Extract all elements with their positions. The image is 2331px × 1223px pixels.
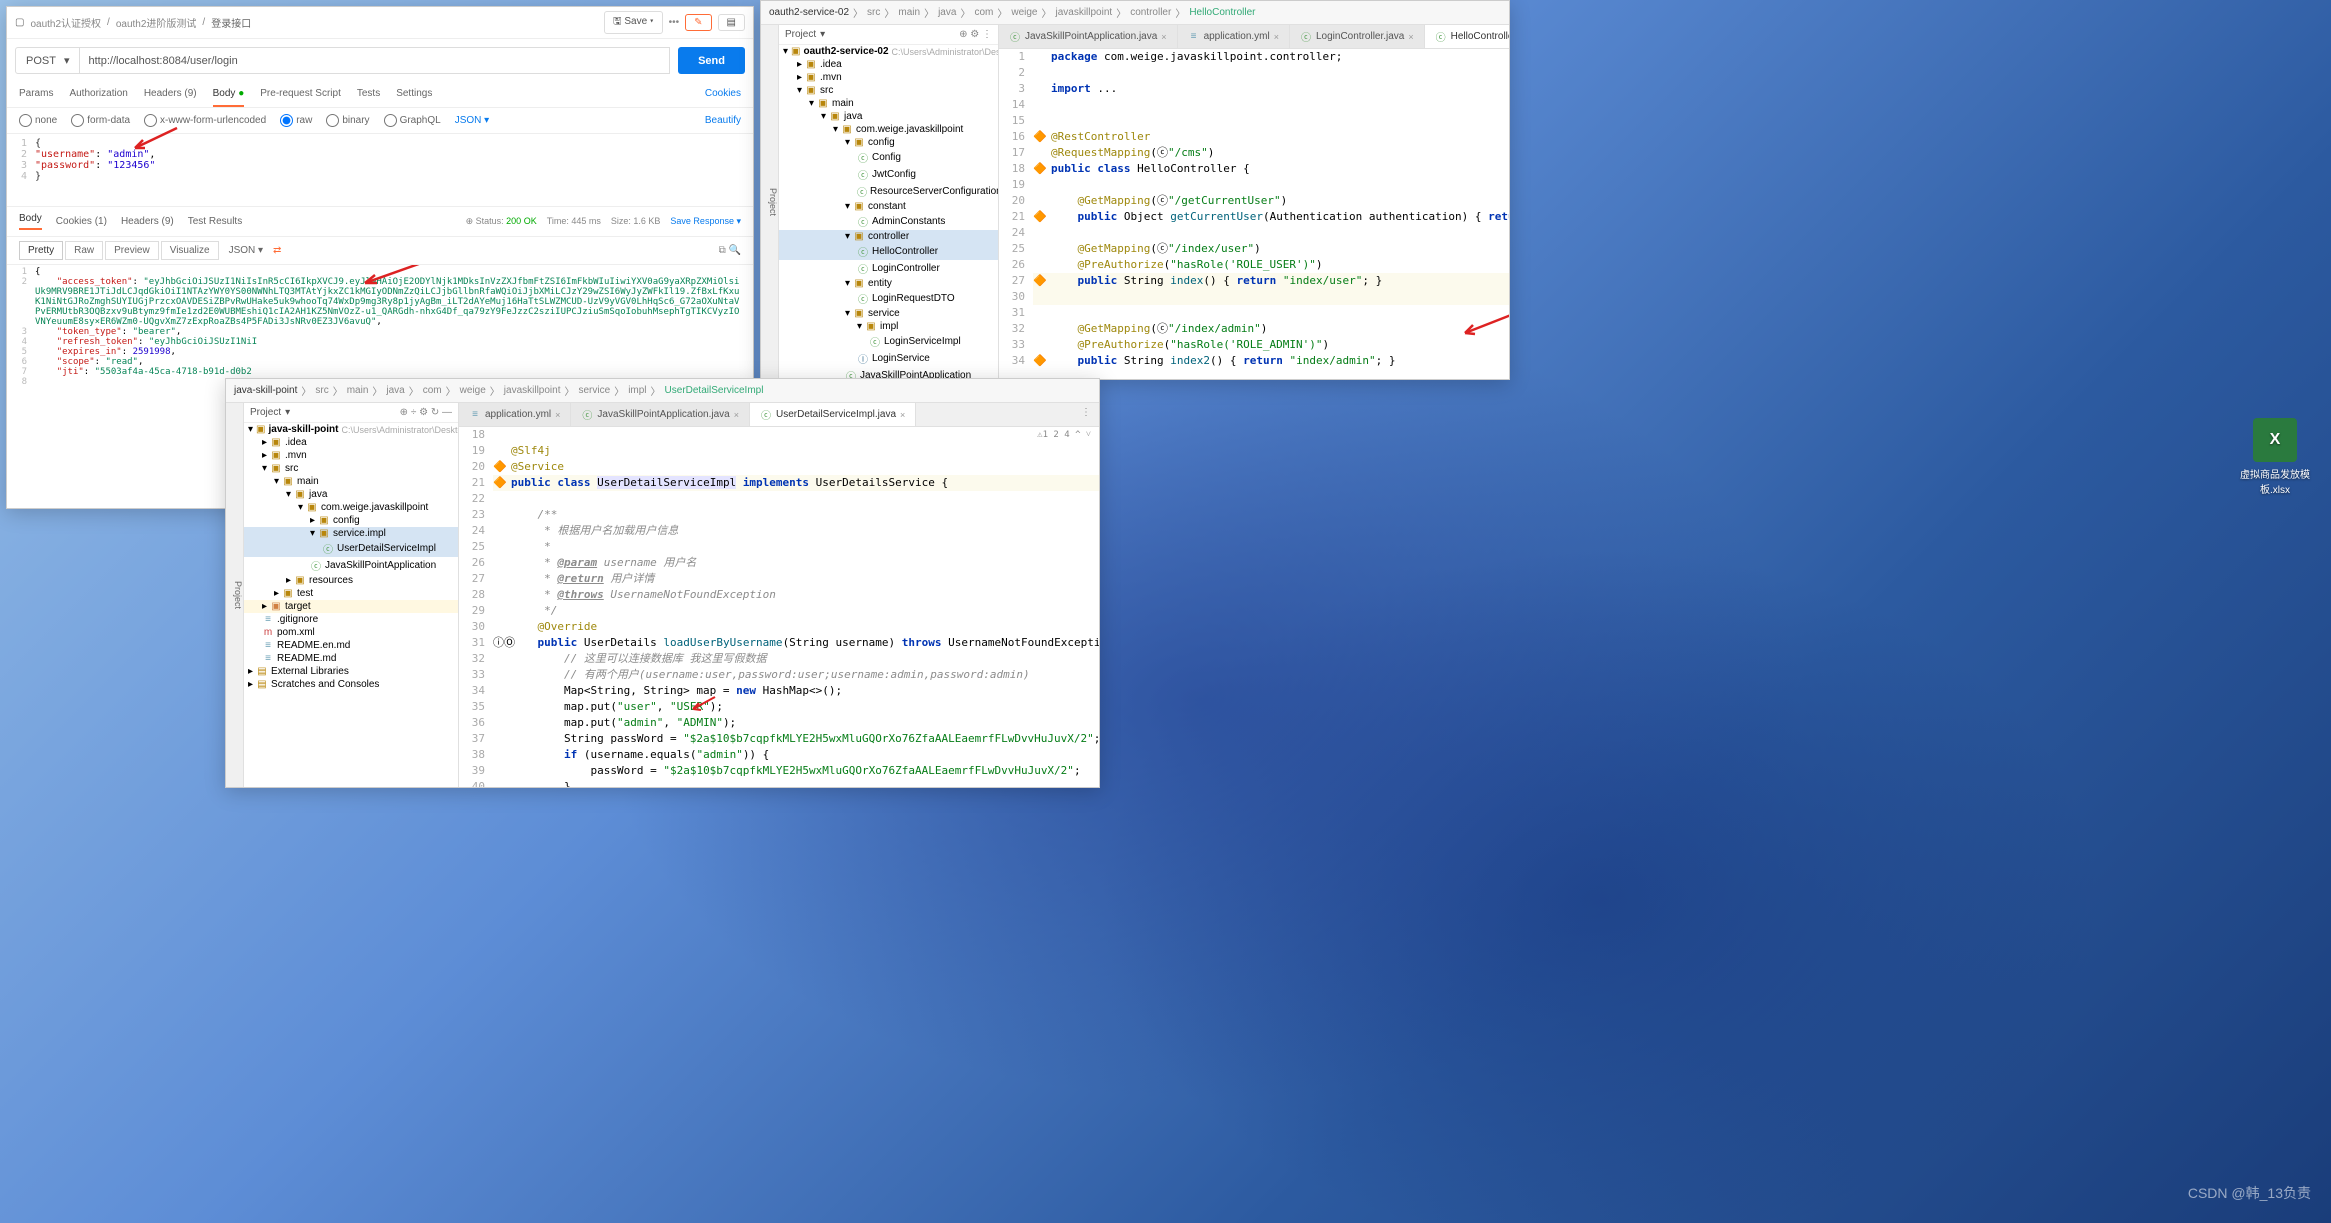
inspection-widget[interactable]: ⚠1 2 4 ^ ˅ [1037, 429, 1091, 440]
request-body-editor[interactable]: 1{ 2 "username": "admin", 3 "password": … [7, 134, 753, 206]
ide2-project-tree[interactable]: Project ▾⊕ ÷ ⚙ ↻ — ▾▣java-skill-point C:… [244, 403, 459, 787]
tab-auth[interactable]: Authorization [69, 82, 127, 107]
ide2-project-tool[interactable]: Project [226, 403, 244, 787]
ide1-breadcrumb: oauth2-service-02〉src〉main〉java〉com〉weig… [761, 1, 1509, 25]
resp-json-dropdown[interactable]: JSON ▾ [229, 245, 263, 256]
radio-xwww[interactable]: x-www-form-urlencoded [144, 114, 266, 127]
tab-app[interactable]: ⓒJavaSkillPointApplication.java× [999, 25, 1178, 48]
postman-header: ▢ oauth2认证授权/ oauth2进阶版测试/ 登录接口 🖫 Save ▾… [7, 7, 753, 39]
json-dropdown[interactable]: JSON ▾ [455, 115, 489, 126]
ide-window-hello: oauth2-service-02〉src〉main〉java〉com〉weig… [760, 0, 1510, 380]
ide1-code[interactable]: 1package com.weige.javaskillpoint.contro… [999, 49, 1509, 379]
breadcrumb-2[interactable]: oauth2进阶版测试 [116, 15, 197, 30]
desktop-file-xlsx[interactable]: X 虚拟商品发放模板.xlsx [2239, 418, 2311, 496]
ide2-code[interactable]: ⚠1 2 4 ^ ˅ 18 19@Slf4j 20🔶@Service 21🔶pu… [459, 427, 1099, 787]
view-pretty[interactable]: Pretty [19, 241, 63, 260]
resp-tab-tests[interactable]: Test Results [188, 216, 242, 227]
tab-tests[interactable]: Tests [357, 82, 380, 107]
tab-hello[interactable]: ⓒHelloController.java× [1425, 25, 1509, 48]
tab2-uds[interactable]: ⓒUserDetailServiceImpl.java× [750, 403, 916, 426]
url-input[interactable] [80, 47, 670, 74]
response-status: ⊕ Status: 200 OK Time: 445 ms Size: 1.6 … [466, 216, 741, 227]
project-label: Project [785, 29, 816, 40]
project-tree[interactable]: Project ▾⊕ ⚙ ⋮ ▾▣oauth2-service-02 C:\Us… [779, 25, 999, 379]
view-preview[interactable]: Preview [105, 241, 159, 260]
radio-formdata[interactable]: form-data [71, 114, 130, 127]
tab-headers[interactable]: Headers (9) [144, 82, 197, 107]
request-tabs: Params Authorization Headers (9) Body ● … [7, 82, 753, 108]
tree-icons[interactable]: ⊕ ÷ ⚙ ↻ — [400, 407, 452, 418]
radio-none[interactable]: none [19, 114, 57, 127]
save-button[interactable]: 🖫 Save ▾ [604, 11, 663, 34]
cookies-link[interactable]: Cookies [705, 82, 741, 107]
watermark: CSDN @韩_13负责 [2188, 1183, 2311, 1203]
tree-settings-icon[interactable]: ⊕ ⚙ ⋮ [959, 29, 992, 40]
ide-window-userdetail: java-skill-point〉src〉main〉java〉com〉weige… [225, 378, 1100, 788]
response-view-tabs: Pretty Raw Preview Visualize JSON ▾ ⇄ ⧉ … [7, 237, 753, 265]
save-response-link[interactable]: Save Response ▾ [670, 216, 741, 227]
more-icon[interactable]: ••• [669, 17, 680, 28]
ide2-breadcrumb: java-skill-point〉src〉main〉java〉com〉weige… [226, 379, 1099, 403]
tab-yml[interactable]: ≡application.yml× [1178, 25, 1290, 48]
edit-icon[interactable]: ✎ [685, 14, 711, 31]
send-button[interactable]: Send [678, 47, 745, 74]
http-icon: ▢ [15, 17, 24, 28]
ide1-editor: ⓒJavaSkillPointApplication.java× ≡applic… [999, 25, 1509, 379]
tab-params[interactable]: Params [19, 82, 53, 107]
wrap-icon[interactable]: ⇄ [273, 245, 281, 256]
body-type-row: none form-data x-www-form-urlencoded raw… [7, 108, 753, 134]
tab2-app[interactable]: ⓒJavaSkillPointApplication.java× [571, 403, 750, 426]
radio-graphql[interactable]: GraphQL [384, 114, 441, 127]
copy-icon[interactable]: ⧉ 🔍 [719, 245, 741, 256]
view-raw[interactable]: Raw [65, 241, 103, 260]
radio-raw[interactable]: raw [280, 114, 312, 127]
resp-tab-headers[interactable]: Headers (9) [121, 216, 174, 227]
ide2-editor-tabs: ≡application.yml× ⓒJavaSkillPointApplica… [459, 403, 1099, 427]
resp-tab-cookies[interactable]: Cookies (1) [56, 216, 107, 227]
ide1-editor-tabs: ⓒJavaSkillPointApplication.java× ≡applic… [999, 25, 1509, 49]
breadcrumb-1[interactable]: oauth2认证授权 [30, 15, 101, 30]
project-tool-button[interactable]: Project [761, 25, 779, 379]
tab-settings[interactable]: Settings [396, 82, 432, 107]
resp-tab-body[interactable]: Body [19, 213, 42, 230]
url-bar: POST▾ Send [7, 39, 753, 82]
tab-login[interactable]: ⓒLoginController.java× [1290, 25, 1425, 48]
beautify-link[interactable]: Beautify [705, 115, 741, 126]
chevron-down-icon: ▾ [64, 54, 70, 67]
excel-icon: X [2253, 418, 2297, 462]
editor-more-icon[interactable]: ⋮ [1073, 403, 1099, 426]
ide2-editor: ≡application.yml× ⓒJavaSkillPointApplica… [459, 403, 1099, 787]
breadcrumb-3: 登录接口 [211, 15, 251, 30]
tab-prereq[interactable]: Pre-request Script [260, 82, 341, 107]
response-tabs: Body Cookies (1) Headers (9) Test Result… [7, 206, 753, 237]
view-visualize[interactable]: Visualize [161, 241, 219, 260]
tab-body[interactable]: Body ● [213, 82, 245, 107]
tab2-yml[interactable]: ≡application.yml× [459, 403, 571, 426]
sidebar-toggle-icon[interactable]: ▤ [718, 14, 745, 31]
method-select[interactable]: POST▾ [15, 47, 80, 74]
radio-binary[interactable]: binary [326, 114, 369, 127]
